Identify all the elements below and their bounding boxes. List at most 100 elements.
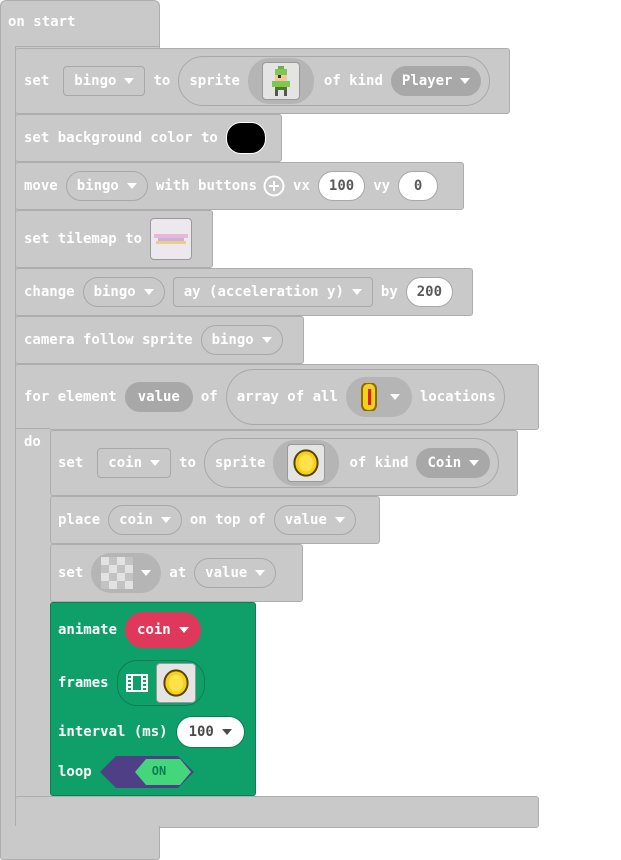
chevron-down-icon xyxy=(469,460,480,466)
variable-dropdown-bingo[interactable]: bingo xyxy=(63,66,146,96)
at-label: at xyxy=(169,565,187,581)
image-picker[interactable] xyxy=(247,58,314,104)
variable-name: coin xyxy=(108,455,143,471)
for-element-footer xyxy=(15,796,539,828)
coin-frame-thumbnail[interactable] xyxy=(155,663,196,703)
place-label: place xyxy=(58,512,101,528)
of-kind-label: of kind xyxy=(349,455,409,471)
kind-name: Player xyxy=(401,73,453,89)
frames-array[interactable] xyxy=(116,660,205,706)
on-start-label: on start xyxy=(8,14,76,30)
of-label: of xyxy=(200,389,218,405)
sprite-label: sprite xyxy=(189,73,240,89)
chevron-down-icon xyxy=(126,183,137,189)
coin-sprite-thumbnail[interactable] xyxy=(287,444,326,482)
chevron-down-icon xyxy=(261,337,272,343)
tile-dropdown[interactable] xyxy=(345,377,412,417)
variable-dropdown-bingo[interactable]: bingo xyxy=(82,277,165,307)
chevron-down-icon xyxy=(150,460,161,466)
variable-dropdown-coin[interactable]: coin xyxy=(125,612,201,648)
set-tile-label: set xyxy=(58,565,84,581)
array-of-all-locations-block[interactable]: array of all locations xyxy=(225,369,505,425)
variable-dropdown-value[interactable]: value xyxy=(194,558,277,588)
tile-dropdown[interactable] xyxy=(91,553,162,593)
chevron-down-icon xyxy=(460,78,471,84)
array-of-all-label: array of all xyxy=(236,389,338,405)
sprite-create-block[interactable]: sprite of kind Player xyxy=(178,56,491,106)
tilemap-thumbnail[interactable] xyxy=(150,218,193,260)
tilemap-icon xyxy=(154,234,189,244)
kind-dropdown-coin[interactable]: Coin xyxy=(416,448,491,478)
coin-tile-icon xyxy=(360,383,377,411)
chevron-down-icon xyxy=(255,570,266,576)
chevron-down-icon xyxy=(221,729,232,735)
variable-name: bingo xyxy=(93,284,136,300)
vx-input[interactable]: 100 xyxy=(317,171,366,201)
variable-name: bingo xyxy=(211,332,254,348)
interval-dropdown[interactable]: 100 xyxy=(175,716,245,748)
player-sprite-icon xyxy=(271,66,290,96)
toggle-track-icon xyxy=(99,756,194,788)
variable-dropdown-coin[interactable]: coin xyxy=(108,505,182,535)
variable-dropdown-coin[interactable]: coin xyxy=(97,448,172,478)
chevron-down-icon xyxy=(351,289,362,295)
image-picker[interactable] xyxy=(273,440,340,486)
change-value-input[interactable]: 200 xyxy=(405,277,454,307)
to-label: to xyxy=(179,455,196,471)
variable-name: value xyxy=(137,389,180,405)
chevron-down-icon xyxy=(141,570,152,576)
kind-name: Coin xyxy=(427,455,462,471)
interval-label: interval (ms) xyxy=(58,724,168,740)
variable-name: coin xyxy=(137,622,171,638)
loop-variable-value[interactable]: value xyxy=(124,382,193,412)
coin-icon xyxy=(162,669,189,697)
chevron-down-icon xyxy=(124,78,135,84)
tilemap-label: set tilemap to xyxy=(24,231,143,247)
loop-label: loop xyxy=(58,764,92,780)
with-buttons-label: with buttons xyxy=(155,178,258,194)
change-label: change xyxy=(24,284,75,300)
on-top-of-label: on top of xyxy=(189,512,266,528)
loop-toggle[interactable]: ON xyxy=(99,756,194,788)
vy-input[interactable]: 0 xyxy=(398,171,439,201)
variable-dropdown-bingo[interactable]: bingo xyxy=(200,325,283,355)
sprite-label: sprite xyxy=(214,455,266,471)
kind-dropdown-player[interactable]: Player xyxy=(390,66,482,96)
move-label: move xyxy=(24,178,58,194)
vx-label: vx xyxy=(293,178,310,194)
chevron-down-icon xyxy=(143,289,154,295)
chevron-down-icon xyxy=(160,517,171,523)
frames-label: frames xyxy=(58,675,109,691)
of-kind-label: of kind xyxy=(323,73,383,89)
variable-name: coin xyxy=(119,512,153,528)
variable-dropdown-value[interactable]: value xyxy=(273,505,356,535)
chevron-down-icon xyxy=(178,627,189,633)
for-element-spine xyxy=(15,428,50,800)
variable-dropdown-bingo[interactable]: bingo xyxy=(65,171,148,201)
do-label: do xyxy=(24,434,41,450)
interval-value: 100 xyxy=(188,724,214,740)
variable-name: value xyxy=(205,565,248,581)
chevron-down-icon xyxy=(389,394,400,400)
variable-name: bingo xyxy=(74,73,117,89)
add-parameter-icon[interactable] xyxy=(263,175,285,197)
animate-label: animate xyxy=(58,622,118,638)
color-swatch[interactable] xyxy=(225,122,266,154)
property-name: ay (acceleration y) xyxy=(183,284,344,300)
background-label: set background color to xyxy=(24,130,218,146)
player-sprite-thumbnail[interactable] xyxy=(261,62,300,100)
variable-name: value xyxy=(284,512,327,528)
set-label: set xyxy=(58,455,84,471)
for-element-label: for element xyxy=(24,389,117,405)
camera-label: camera follow sprite xyxy=(24,332,193,348)
on-start-footer xyxy=(0,826,160,860)
transparent-tile-icon xyxy=(101,557,134,589)
vy-label: vy xyxy=(373,178,391,194)
film-strip-icon[interactable] xyxy=(125,674,148,692)
sprite-create-block[interactable]: sprite of kind Coin xyxy=(203,438,500,488)
variable-name: bingo xyxy=(76,178,119,194)
chevron-down-icon xyxy=(334,517,345,523)
locations-label: locations xyxy=(419,389,496,405)
to-label: to xyxy=(153,73,171,89)
property-dropdown[interactable]: ay (acceleration y) xyxy=(172,277,373,307)
